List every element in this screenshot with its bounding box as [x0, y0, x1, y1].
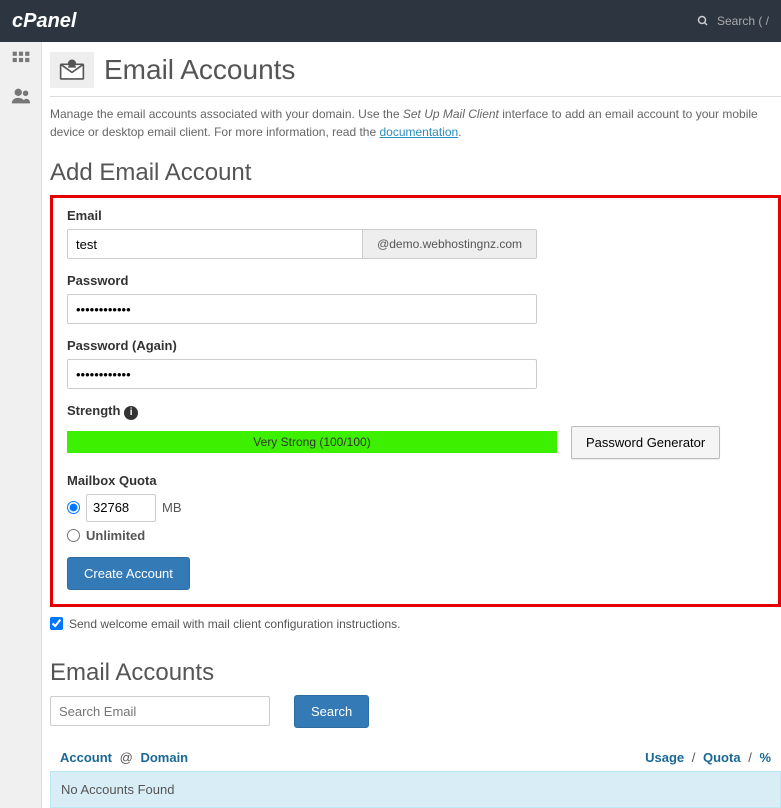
search-email-input[interactable] — [50, 696, 270, 726]
email-input[interactable] — [67, 229, 363, 259]
col-domain[interactable]: Domain — [140, 750, 188, 765]
quota-label: Mailbox Quota — [67, 473, 764, 488]
search-button[interactable]: Search — [294, 695, 369, 728]
users-icon[interactable] — [10, 85, 32, 110]
email-domain: @demo.webhostingnz.com — [363, 229, 537, 259]
col-usage[interactable]: Usage — [645, 750, 684, 765]
quota-input[interactable] — [86, 494, 156, 522]
table-header: Account @ Domain Usage / Quota / % — [50, 744, 781, 771]
add-account-form: Email @demo.webhostingnz.com Password Pa… — [50, 195, 781, 607]
email-label: Email — [67, 208, 764, 223]
strength-meter: Very Strong (100/100) — [67, 431, 557, 453]
password-again-input[interactable] — [67, 359, 537, 389]
intro-text: Manage the email accounts associated wit… — [50, 105, 781, 141]
topbar: cPanel Search ( / — [0, 0, 781, 42]
quota-unlimited-radio[interactable] — [67, 529, 80, 542]
strength-label: Strength i — [67, 403, 764, 420]
password-input[interactable] — [67, 294, 537, 324]
welcome-email-checkbox[interactable] — [50, 617, 63, 630]
unlimited-label: Unlimited — [86, 528, 145, 543]
password-label: Password — [67, 273, 764, 288]
password-again-label: Password (Again) — [67, 338, 764, 353]
page-title: Email Accounts — [104, 54, 295, 86]
table-empty-message: No Accounts Found — [50, 771, 781, 808]
search-icon — [697, 15, 709, 27]
documentation-link[interactable]: documentation — [379, 125, 458, 139]
search-placeholder: Search ( / — [717, 14, 769, 28]
main-content: Email Accounts Manage the email accounts… — [42, 42, 781, 808]
apps-icon[interactable] — [11, 50, 31, 73]
welcome-email-label: Send welcome email with mail client conf… — [69, 617, 400, 631]
info-icon[interactable]: i — [124, 406, 138, 420]
create-account-button[interactable]: Create Account — [67, 557, 190, 590]
add-section-title: Add Email Account — [50, 159, 781, 187]
quota-unit: MB — [162, 500, 182, 515]
col-percent[interactable]: % — [759, 750, 771, 765]
list-section-title: Email Accounts — [50, 659, 781, 687]
topbar-search[interactable]: Search ( / — [697, 14, 769, 28]
password-generator-button[interactable]: Password Generator — [571, 426, 720, 459]
col-quota[interactable]: Quota — [703, 750, 741, 765]
cpanel-logo: cPanel — [12, 10, 76, 33]
col-account[interactable]: Account — [60, 750, 112, 765]
email-accounts-icon — [50, 52, 94, 88]
quota-custom-radio[interactable] — [67, 501, 80, 514]
sidebar — [0, 42, 42, 808]
page-header: Email Accounts — [50, 52, 781, 97]
